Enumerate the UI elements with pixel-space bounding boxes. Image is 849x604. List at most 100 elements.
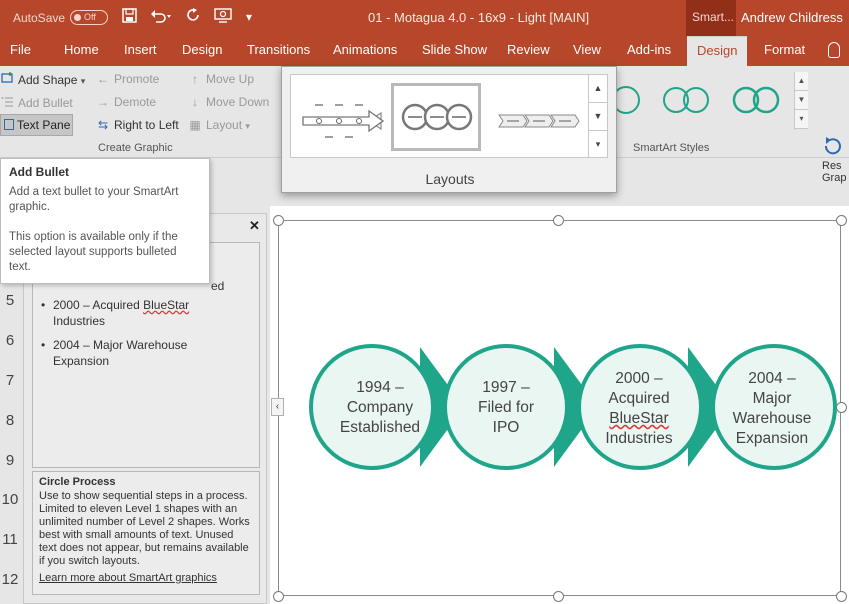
close-icon[interactable]: ✕ <box>249 218 260 234</box>
contextual-tab-title: Smart... <box>686 0 736 36</box>
reset-graphic-icon <box>824 137 841 155</box>
process-step-text[interactable]: 2004 – Major Warehouse Expansion <box>717 369 827 449</box>
layouts-scroll-down-icon[interactable]: ▼ <box>589 103 607 131</box>
slide-number[interactable]: 5 <box>0 292 20 309</box>
tab-file[interactable]: File <box>10 36 31 66</box>
step-line: Major <box>752 390 792 407</box>
add-shape-button[interactable]: Add Shape ▾ <box>0 72 85 87</box>
layouts-scroll-up-icon[interactable]: ▲ <box>589 75 607 103</box>
slide-number[interactable]: 11 <box>0 531 20 548</box>
resize-handle[interactable] <box>836 591 847 602</box>
step-line: Company <box>346 399 414 416</box>
down-arrow-icon: ↓ <box>192 95 198 109</box>
smartart-styles-gallery <box>612 72 797 130</box>
layouts-panel: ▲ ▼ ▾ Layouts <box>281 66 617 193</box>
demote-label: Demote <box>114 95 157 109</box>
promote-button[interactable]: ← Promote <box>96 72 159 86</box>
slide-number[interactable]: 10 <box>0 491 20 508</box>
tooltip-line-1: Add a text bullet to your SmartArt graph… <box>9 186 179 213</box>
list-item[interactable]: 2000 – Acquired BlueStar Industries <box>41 297 243 329</box>
text-pane-label: Text Pane <box>17 118 71 132</box>
slide-number[interactable]: 6 <box>0 332 20 349</box>
step-line: 1994 – <box>356 379 404 396</box>
smartart-style-option[interactable] <box>728 78 784 122</box>
right-to-left-button[interactable]: ⇆ Right to Left <box>96 118 179 132</box>
layouts-more-icon[interactable]: ▾ <box>589 131 607 159</box>
step-line: Filed for <box>478 399 534 416</box>
autosave-toggle[interactable]: Off <box>70 10 108 25</box>
right-to-left-label: Right to Left <box>114 118 179 132</box>
text-pane-partial-text: ed <box>211 279 225 293</box>
tab-smartart-format[interactable]: Format <box>764 36 805 66</box>
bullet-misspelled-text: BlueStar <box>143 298 190 312</box>
process-step-text[interactable]: 1997 – Filed for IPO <box>451 378 561 438</box>
promote-label: Promote <box>114 72 160 86</box>
layouts-gallery <box>290 74 590 158</box>
add-bullet-label: Add Bullet <box>18 96 73 110</box>
move-down-button[interactable]: ↓ Move Down <box>188 95 269 109</box>
move-up-label: Move Up <box>206 72 255 86</box>
gallery-scroll-down-icon[interactable]: ▼ <box>795 91 808 110</box>
tab-add-ins[interactable]: Add-ins <box>627 36 671 66</box>
text-pane-expand-icon[interactable]: ‹ <box>271 398 284 416</box>
reset-graphic-button[interactable]: Res Grap <box>822 136 849 206</box>
tab-review[interactable]: Review <box>507 36 550 66</box>
slide-number[interactable]: 8 <box>0 412 20 429</box>
move-up-button[interactable]: ↑ Move Up <box>188 72 254 86</box>
learn-more-link[interactable]: Learn more about SmartArt graphics <box>39 572 253 584</box>
reset-graphic-label-2: Grap <box>822 172 847 184</box>
tooltip-title: Add Bullet <box>9 165 69 179</box>
arrow-timeline-layout-option[interactable] <box>297 83 387 151</box>
layout-description-title: Circle Process <box>39 476 116 488</box>
gallery-more-icon[interactable]: ▾ <box>795 110 808 129</box>
tab-transitions[interactable]: Transitions <box>247 36 310 66</box>
chevron-down-icon: ▾ <box>80 76 86 86</box>
step-line: Established <box>339 419 421 436</box>
resize-handle[interactable] <box>273 215 284 226</box>
resize-handle[interactable] <box>836 215 847 226</box>
step-line: Industries <box>605 430 673 447</box>
tab-design[interactable]: Design <box>182 36 222 66</box>
step-line: Warehouse <box>732 410 812 427</box>
tab-view[interactable]: View <box>573 36 601 66</box>
tell-me-lightbulb-icon[interactable] <box>828 42 840 58</box>
smartart-style-option[interactable] <box>658 78 714 122</box>
left-arrow-icon: ← <box>97 72 109 86</box>
text-pane-button[interactable]: Text Pane <box>0 114 73 136</box>
bullet-dash: – <box>79 298 93 312</box>
layouts-scroll: ▲ ▼ ▾ <box>588 74 608 158</box>
tab-smartart-design[interactable]: Design <box>687 36 748 66</box>
step-line: Expansion <box>735 430 809 447</box>
list-item[interactable]: 2004 – Major Warehouse Expansion <box>41 337 243 369</box>
right-to-left-icon: ⇆ <box>97 118 109 132</box>
redo-icon[interactable] <box>186 8 201 27</box>
resize-handle[interactable] <box>553 591 564 602</box>
process-step-text[interactable]: 1994 – Company Established <box>325 378 435 438</box>
step-line: 2004 – <box>748 370 796 387</box>
slide-number[interactable]: 7 <box>0 372 20 389</box>
gallery-scroll-up-icon[interactable]: ▲ <box>795 72 808 91</box>
undo-icon[interactable] <box>150 8 172 27</box>
customize-toolbar-icon[interactable]: ▾ <box>246 10 252 24</box>
tab-home[interactable]: Home <box>64 36 99 66</box>
layout-description-text: Use to show sequential steps in a proces… <box>39 490 250 567</box>
slide-number[interactable]: 12 <box>0 571 20 588</box>
chevron-process-layout-option[interactable] <box>493 83 583 151</box>
save-icon[interactable] <box>122 8 137 27</box>
present-from-start-icon[interactable] <box>214 8 232 27</box>
layout-button[interactable]: ▦ Layout ▾ <box>188 118 250 132</box>
bullet-year: 2000 <box>53 298 80 312</box>
tab-insert[interactable]: Insert <box>124 36 157 66</box>
demote-button[interactable]: → Demote <box>96 95 156 109</box>
user-name[interactable]: Andrew Childress <box>741 10 843 25</box>
add-bullet-button[interactable]: Add Bullet <box>0 95 73 110</box>
tab-slide-show[interactable]: Slide Show <box>422 36 487 66</box>
circle-process-layout-option[interactable] <box>391 83 481 151</box>
process-step-text[interactable]: 2000 – Acquired BlueStar Industries <box>584 369 694 449</box>
resize-handle[interactable] <box>273 591 284 602</box>
slide-number[interactable]: 9 <box>0 452 20 469</box>
title-bar: AutoSave Off ▾ 01 - Motagua 4.0 - 16x9 -… <box>0 0 849 36</box>
resize-handle[interactable] <box>553 215 564 226</box>
smartart-styles-group-label: SmartArt Styles <box>633 142 710 154</box>
tab-animations[interactable]: Animations <box>333 36 397 66</box>
